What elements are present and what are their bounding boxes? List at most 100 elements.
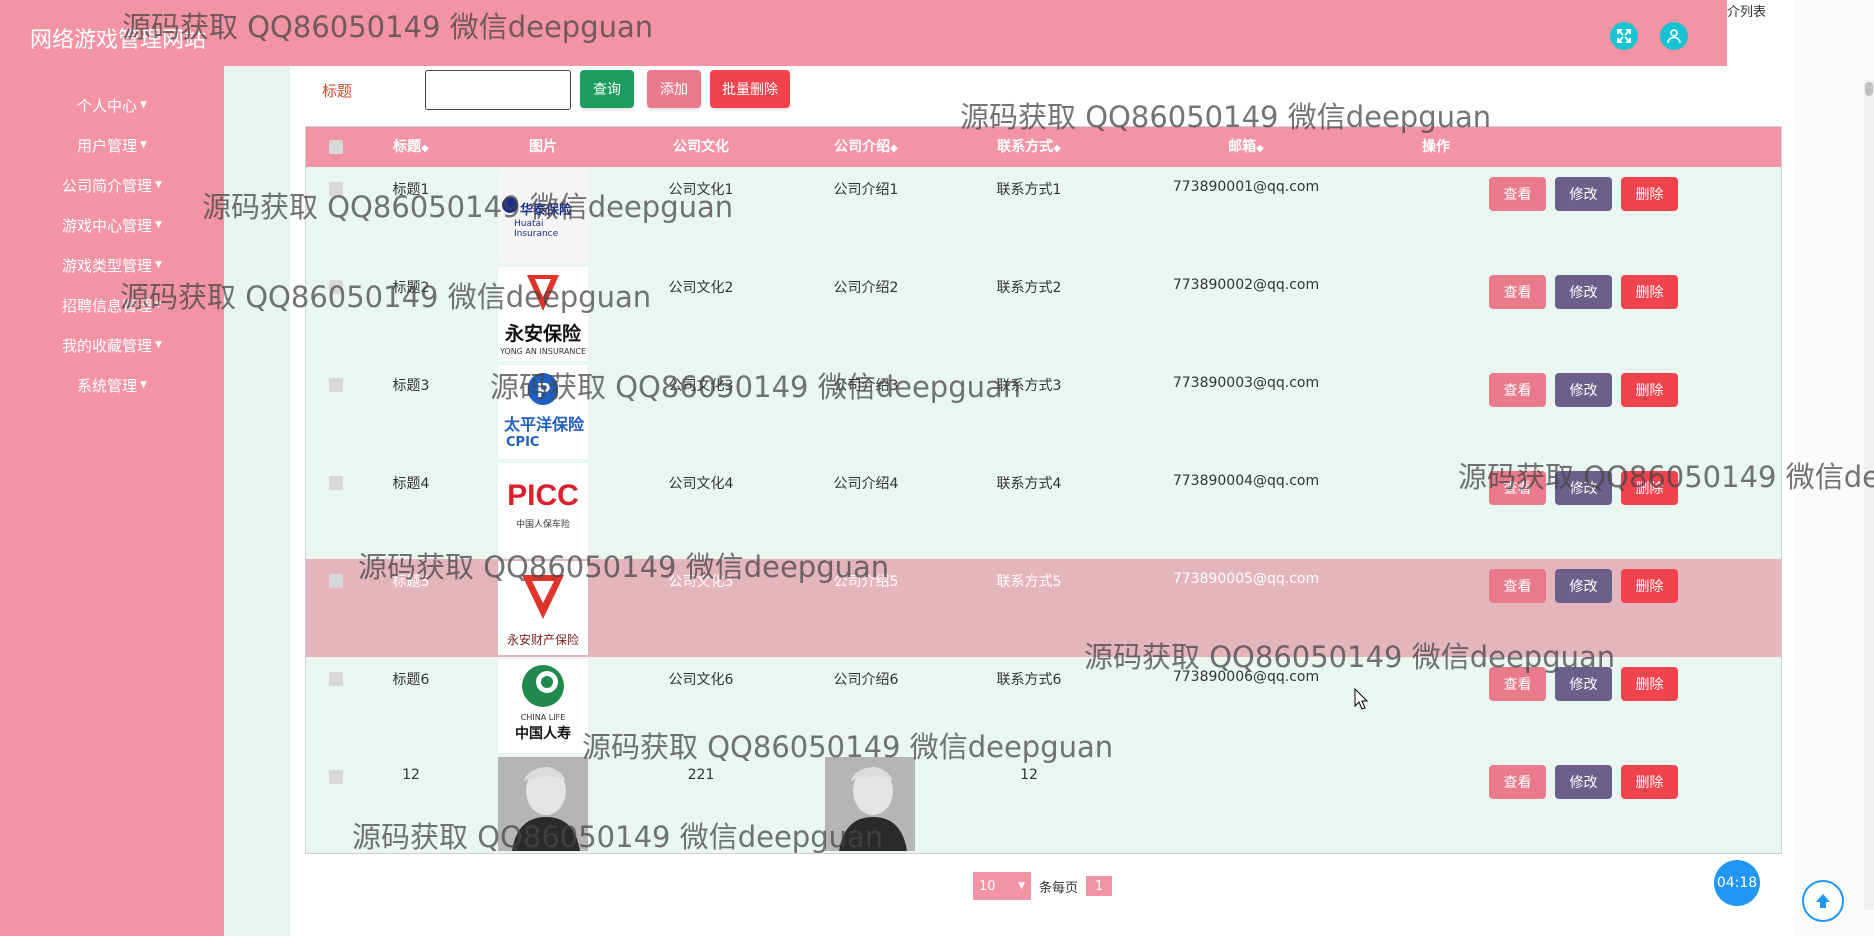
row-title: 标题6	[392, 672, 430, 688]
row-contact: 联系方式5	[996, 574, 1062, 590]
row-intro: 公司介绍2	[833, 280, 899, 296]
sort-icon: ◆	[421, 143, 429, 154]
view-button[interactable]: 查看	[1489, 275, 1546, 309]
sidebar: 个人中心 ▼ 用户管理 ▼ 公司简介管理 ▼ 游戏中心管理 ▼ 游戏类型管理 ▼ 招聘信息…	[0, 66, 224, 936]
delete-button[interactable]: 删除	[1621, 373, 1678, 407]
select-all-checkbox[interactable]	[329, 140, 343, 154]
batch-delete-button[interactable]: 批量删除	[710, 70, 790, 108]
back-to-top-button[interactable]	[1802, 880, 1844, 922]
chevron-down-icon: ▼	[155, 340, 162, 350]
table-row: 标题5 永安财产保险 公司文化5 公司介绍5 联系方式5 773890005@q…	[306, 559, 1781, 657]
row-checkbox[interactable]	[329, 672, 343, 686]
sidebar-item-game-center[interactable]: 游戏中心管理 ▼	[0, 205, 224, 245]
row-email: 773890002@qq.com	[1172, 277, 1320, 293]
search-title-input[interactable]	[425, 70, 571, 110]
search-title-label: 标题	[322, 82, 353, 100]
row-title: 标题3	[392, 378, 430, 394]
header-title[interactable]: 标题◆	[366, 127, 456, 167]
svg-text:P: P	[537, 380, 550, 402]
user-profile-button[interactable]	[1660, 22, 1688, 50]
edit-button[interactable]: 修改	[1555, 177, 1612, 211]
view-button[interactable]: 查看	[1489, 667, 1546, 701]
chevron-down-icon: ▼	[155, 180, 162, 190]
timer-badge: 04:18	[1714, 860, 1760, 906]
edit-button[interactable]: 修改	[1555, 569, 1612, 603]
sidebar-item-personal-center[interactable]: 个人中心 ▼	[0, 85, 224, 125]
query-button[interactable]: 查询	[580, 70, 634, 108]
row-email: 773890006@qq.com	[1172, 669, 1320, 685]
table-row: 12 221 12 查看 修改 删除	[306, 755, 1781, 853]
header-email[interactable]: 邮箱◆	[1146, 127, 1346, 167]
fullscreen-button[interactable]	[1610, 22, 1638, 50]
row-culture: 公司文化3	[668, 378, 734, 394]
delete-button[interactable]: 删除	[1621, 471, 1678, 505]
yongan-logo-en: YONG AN INSURANCE	[499, 347, 587, 356]
edit-button[interactable]: 修改	[1555, 373, 1612, 407]
row-checkbox[interactable]	[329, 378, 343, 392]
cpic-logo-mark: P	[528, 373, 558, 405]
edit-button[interactable]: 修改	[1555, 275, 1612, 309]
content-gutter	[224, 66, 290, 936]
header-intro-label: 公司介绍	[834, 139, 891, 155]
company-logo-image: 华泰保险 Huatai Insurance	[498, 169, 588, 263]
pagination: 10 ▼ 条每页 1	[973, 872, 1113, 900]
row-checkbox[interactable]	[329, 182, 343, 196]
sidebar-item-system[interactable]: 系统管理 ▼	[0, 365, 224, 405]
row-culture: 221	[687, 767, 715, 783]
edit-button[interactable]: 修改	[1555, 667, 1612, 701]
row-checkbox[interactable]	[329, 770, 343, 784]
view-button[interactable]: 查看	[1489, 765, 1546, 799]
delete-button[interactable]: 删除	[1621, 765, 1678, 799]
page-size-select[interactable]: 10 ▼	[973, 872, 1031, 900]
row-contact: 联系方式1	[996, 182, 1062, 198]
view-button[interactable]: 查看	[1489, 569, 1546, 603]
edit-button[interactable]: 修改	[1555, 765, 1612, 799]
sidebar-item-label: 个人中心	[77, 96, 138, 115]
page-number-current[interactable]: 1	[1086, 876, 1113, 896]
delete-button[interactable]: 删除	[1621, 275, 1678, 309]
header-actions: 操作	[1422, 139, 1450, 155]
cpic-logo-en: CPIC	[506, 435, 540, 450]
header-contact[interactable]: 联系方式◆	[974, 127, 1084, 167]
delete-button[interactable]: 删除	[1621, 177, 1678, 211]
sidebar-item-company-intro[interactable]: 公司简介管理 ▼	[0, 165, 224, 205]
row-email: 773890004@qq.com	[1172, 473, 1320, 489]
row-checkbox[interactable]	[329, 476, 343, 490]
delete-button[interactable]: 删除	[1621, 569, 1678, 603]
view-button[interactable]: 查看	[1489, 373, 1546, 407]
sidebar-item-game-type[interactable]: 游戏类型管理 ▼	[0, 245, 224, 285]
company-logo-image: CHINA LIFE 中国人寿	[498, 659, 588, 753]
row-contact: 联系方式4	[996, 476, 1062, 492]
add-button[interactable]: 添加	[647, 70, 701, 108]
sidebar-item-favorites[interactable]: 我的收藏管理 ▼	[0, 325, 224, 365]
sidebar-item-label: 公司简介管理	[62, 176, 153, 195]
row-email: 773890005@qq.com	[1172, 571, 1320, 587]
row-checkbox[interactable]	[329, 574, 343, 588]
picc-logo-text: PICC	[507, 479, 579, 512]
page-size-value: 10	[979, 878, 996, 894]
header-title-label: 标题	[393, 139, 422, 155]
delete-button[interactable]: 删除	[1621, 667, 1678, 701]
row-checkbox[interactable]	[329, 280, 343, 294]
header-intro[interactable]: 公司介绍◆	[811, 127, 921, 167]
chevron-down-icon: ▼	[1018, 881, 1025, 891]
chevron-down-icon: ▼	[155, 300, 162, 310]
vertical-scrollbar[interactable]	[1864, 80, 1874, 910]
view-button[interactable]: 查看	[1489, 471, 1546, 505]
person-photo-image	[498, 757, 588, 851]
row-email: 773890001@qq.com	[1172, 179, 1320, 195]
scrollbar-thumb[interactable]	[1865, 82, 1873, 96]
tab-label[interactable]: 介列表	[1727, 0, 1795, 28]
header-email-label: 邮箱	[1228, 139, 1257, 155]
sidebar-item-recruitment[interactable]: 招聘信息管理 ▼	[0, 285, 224, 325]
top-header: 网络游戏管理网站	[0, 0, 1727, 66]
edit-button[interactable]: 修改	[1555, 471, 1612, 505]
user-icon	[1667, 29, 1681, 44]
row-contact: 联系方式3	[996, 378, 1062, 394]
row-culture: 公司文化5	[668, 574, 734, 590]
sidebar-item-label: 游戏类型管理	[62, 256, 153, 275]
sidebar-item-user-management[interactable]: 用户管理 ▼	[0, 125, 224, 165]
cpic-logo-text: 太平洋保险	[504, 415, 585, 434]
table-row: 标题6 CHINA LIFE 中国人寿 公司文化6 公司介绍6 联系方式6 77…	[306, 657, 1781, 755]
view-button[interactable]: 查看	[1489, 177, 1546, 211]
